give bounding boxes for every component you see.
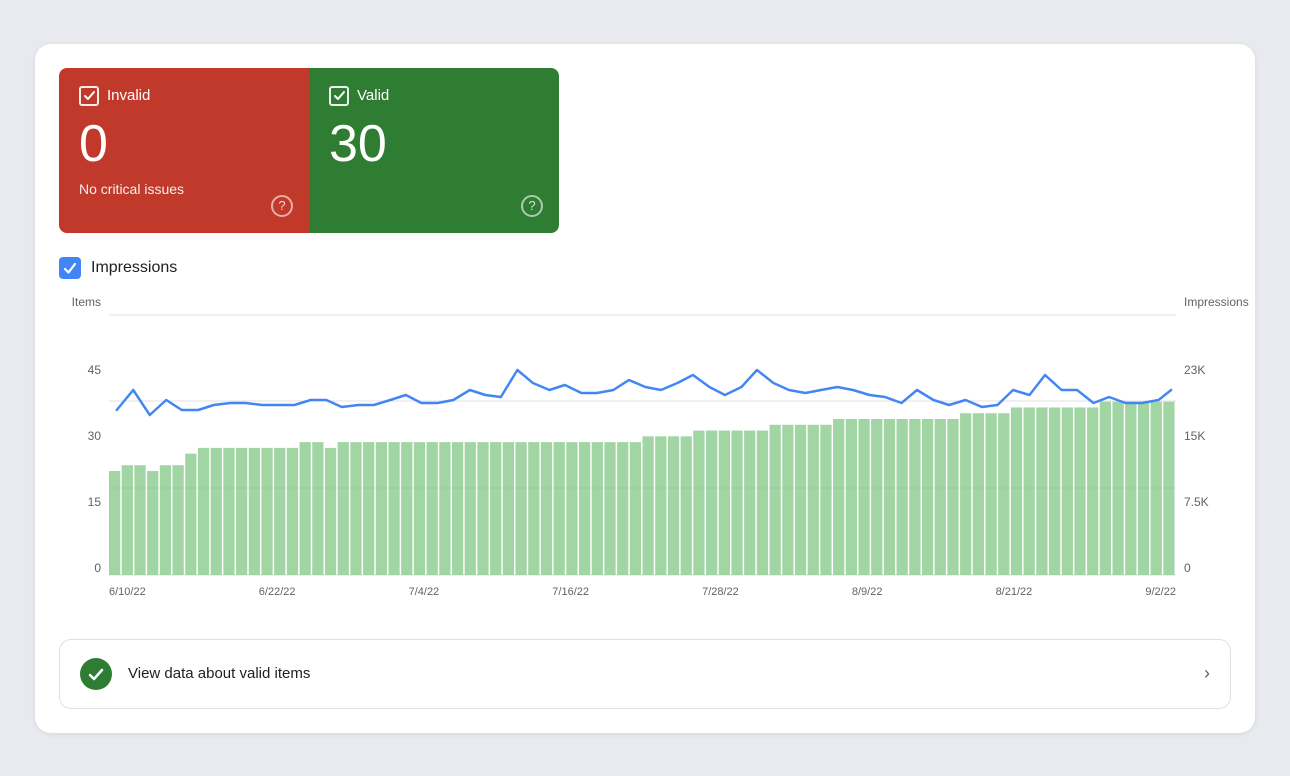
view-data-label: View data about valid items (128, 665, 1188, 682)
chevron-right-icon: › (1204, 663, 1210, 684)
x-axis-labels: 6/10/22 6/22/22 7/4/22 7/16/22 7/28/22 8… (109, 580, 1176, 615)
valid-label: Valid (357, 87, 389, 104)
invalid-box: Invalid 0 No critical issues ? (59, 68, 309, 233)
view-data-button[interactable]: View data about valid items › (59, 639, 1231, 709)
valid-check-icon (80, 658, 112, 690)
y-right-title: Impressions (1184, 295, 1249, 309)
y-left-0: 0 (94, 561, 101, 575)
y-right-23k: 23K (1184, 363, 1205, 377)
chart-container: Items 45 30 15 0 Impressions 23K 15K 7.5… (59, 295, 1231, 615)
x-label-5: 7/28/22 (702, 586, 739, 598)
invalid-help-button[interactable]: ? (271, 195, 293, 217)
x-label-2: 6/22/22 (259, 586, 296, 598)
y-right-0: 0 (1184, 561, 1191, 575)
valid-box: Valid 30 ? (309, 68, 559, 233)
valid-checkbox-icon (329, 86, 349, 106)
invalid-count: 0 (79, 116, 289, 173)
y-left-30: 30 (88, 429, 101, 443)
chart-svg (109, 315, 1176, 575)
chart-legend: Impressions (59, 257, 1231, 279)
x-label-4: 7/16/22 (552, 586, 589, 598)
impressions-legend-checkbox[interactable] (59, 257, 81, 279)
status-row: Invalid 0 No critical issues ? Valid 30 … (59, 68, 559, 233)
y-axis-left: Items 45 30 15 0 (59, 295, 109, 575)
valid-count: 30 (329, 116, 539, 173)
invalid-header: Invalid (79, 86, 289, 106)
y-right-7k: 7.5K (1184, 495, 1209, 509)
x-label-1: 6/10/22 (109, 586, 146, 598)
y-left-45: 45 (88, 363, 101, 377)
valid-help-button[interactable]: ? (521, 195, 543, 217)
y-axis-right: Impressions 23K 15K 7.5K 0 (1176, 295, 1231, 575)
y-left-15: 15 (88, 495, 101, 509)
y-left-title: Items (72, 295, 101, 309)
invalid-subtitle: No critical issues (79, 181, 289, 197)
x-label-3: 7/4/22 (409, 586, 440, 598)
x-label-8: 9/2/22 (1145, 586, 1176, 598)
y-right-15k: 15K (1184, 429, 1205, 443)
valid-header: Valid (329, 86, 539, 106)
x-label-6: 8/9/22 (852, 586, 883, 598)
chart-section: Impressions Items 45 30 15 0 Impressions… (59, 257, 1231, 615)
invalid-label: Invalid (107, 87, 150, 104)
main-card: Invalid 0 No critical issues ? Valid 30 … (35, 44, 1255, 733)
chart-inner (109, 315, 1176, 575)
impressions-legend-label: Impressions (91, 259, 177, 277)
invalid-checkbox-icon (79, 86, 99, 106)
x-label-7: 8/21/22 (996, 586, 1033, 598)
